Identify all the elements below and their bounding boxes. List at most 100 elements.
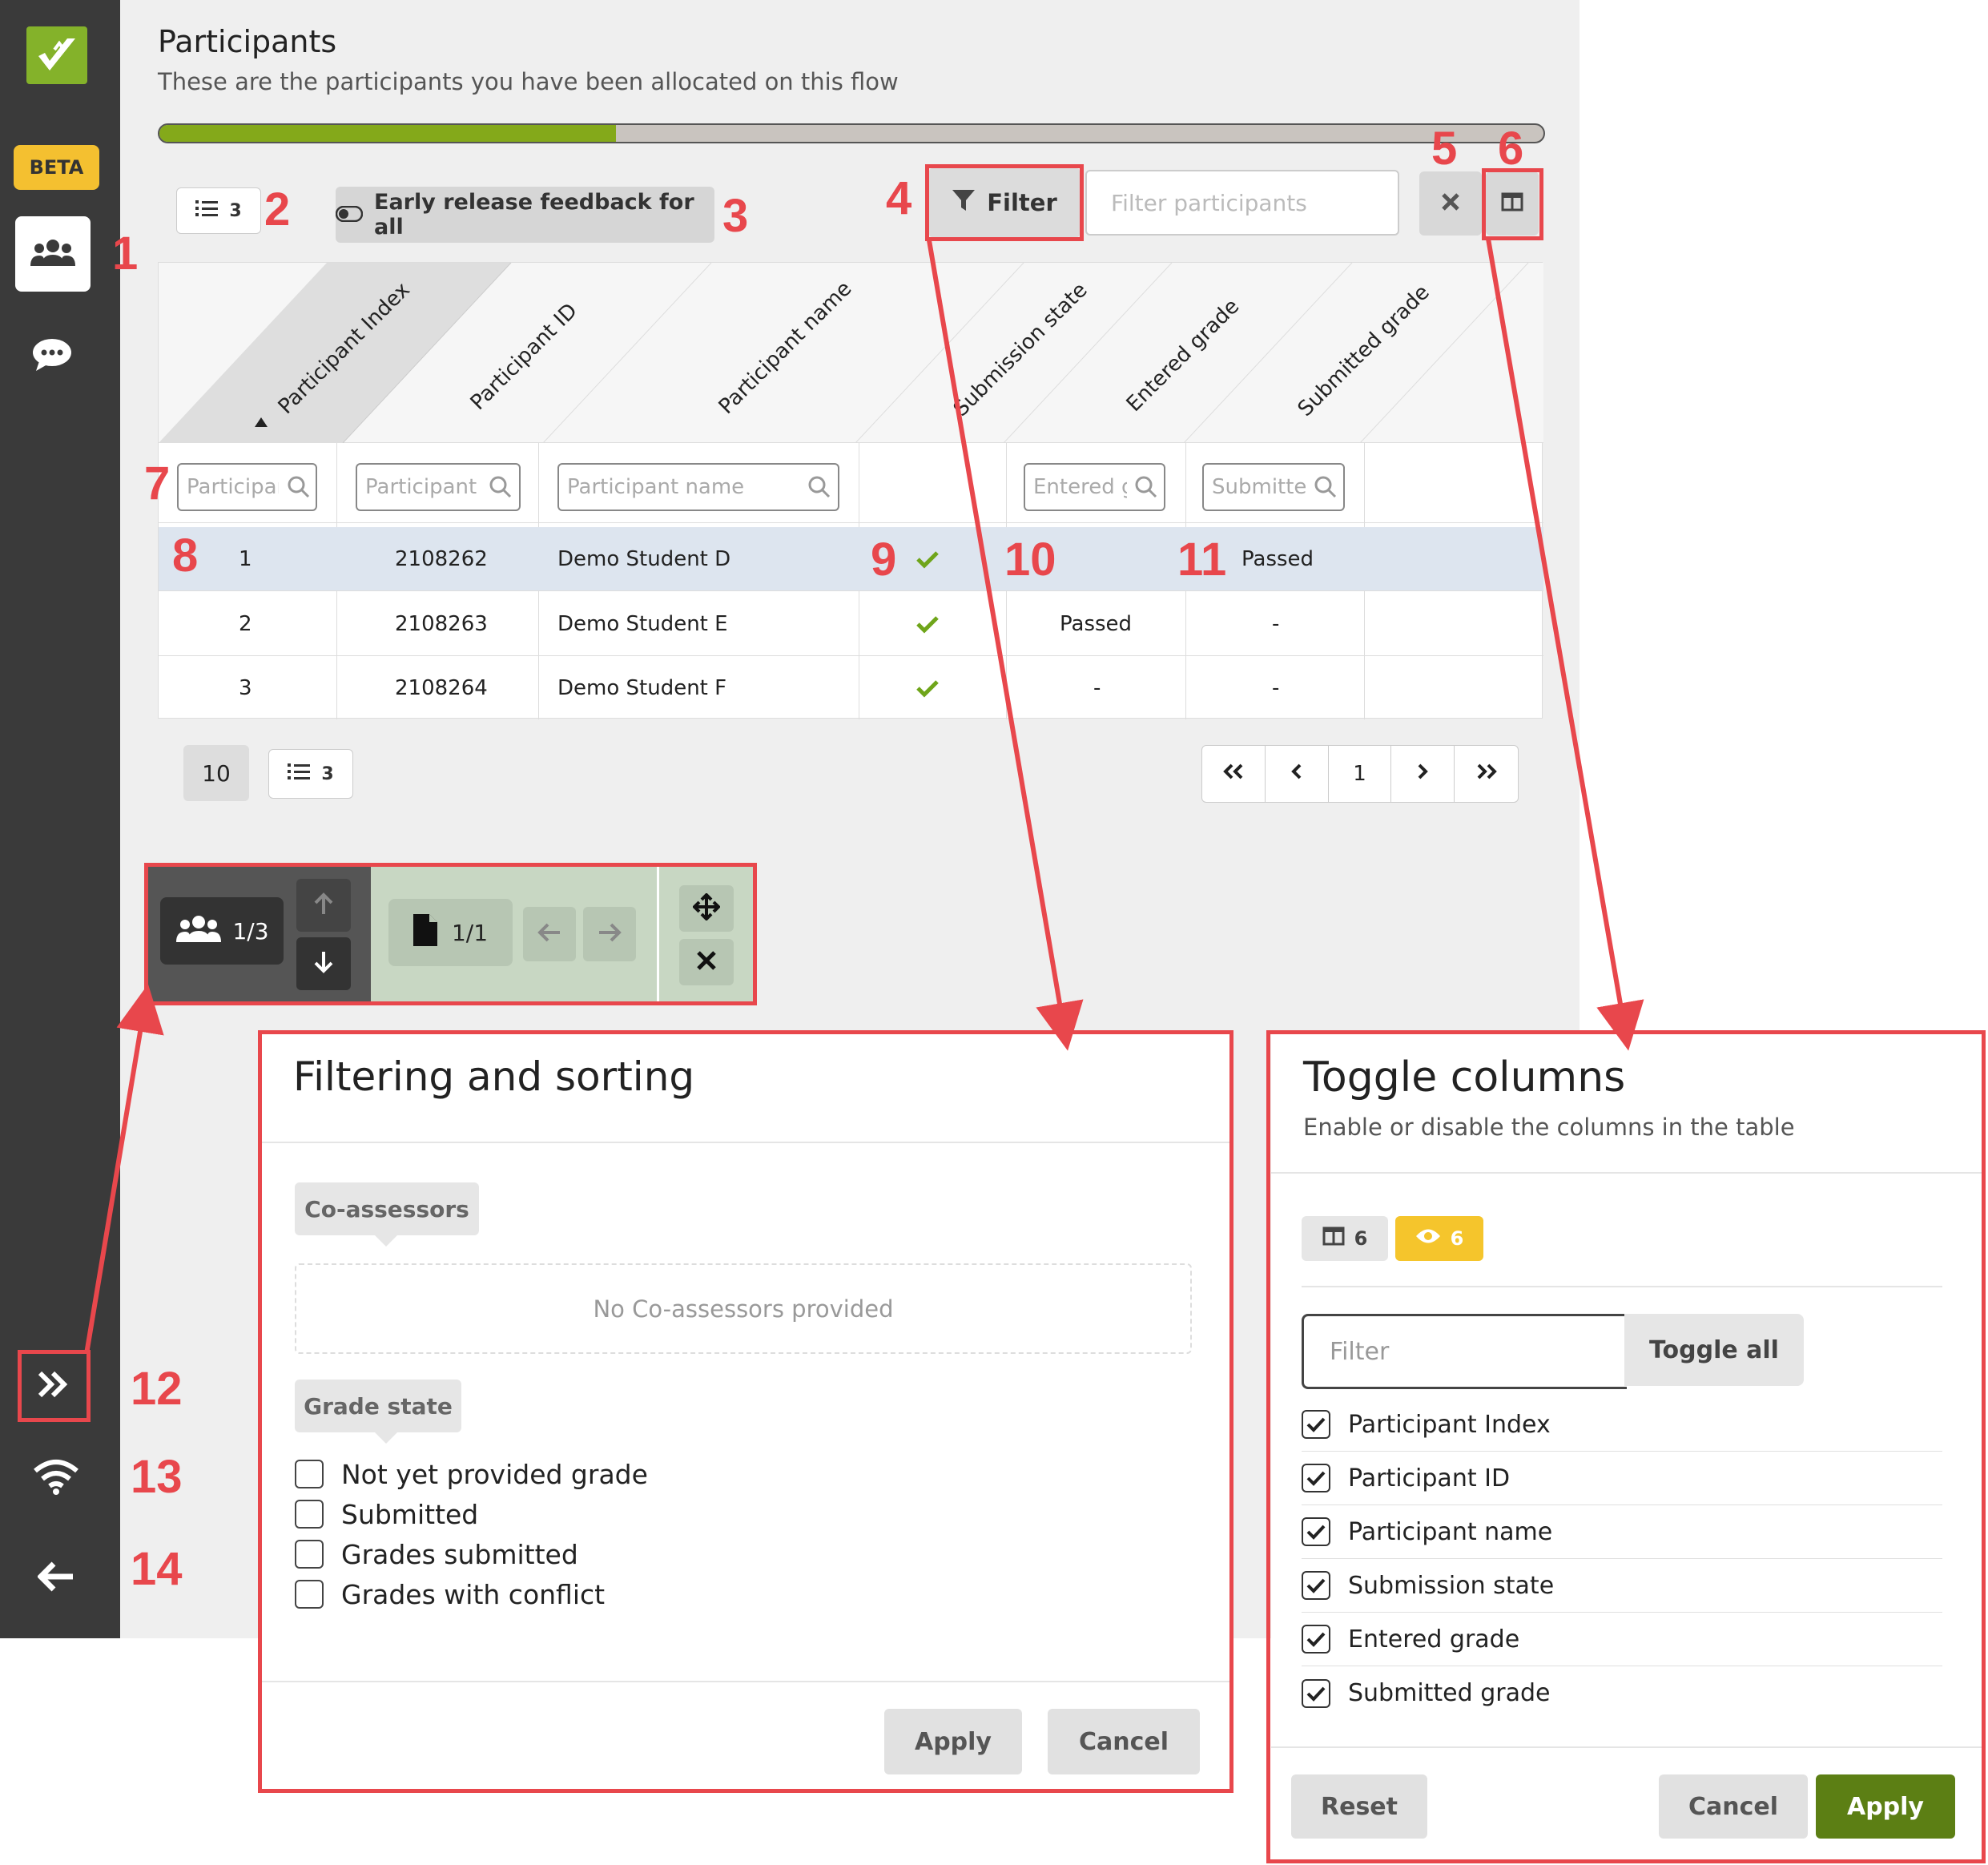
table-row[interactable]: 1 2108262 Demo Student D Passed	[159, 527, 1543, 591]
grade-option-submitted[interactable]: Submitted	[295, 1498, 478, 1530]
participant-name-filter-input[interactable]	[557, 463, 839, 511]
double-chevron-left-icon	[1222, 762, 1245, 786]
column-toggle-label: Entered grade	[1348, 1625, 1520, 1654]
checkbox[interactable]	[295, 1580, 324, 1609]
participants-nav-button[interactable]	[15, 216, 91, 292]
checkbox[interactable]	[295, 1460, 324, 1488]
participant-index-cell: 3	[239, 676, 252, 700]
close-icon	[1441, 192, 1460, 215]
checkbox-checked[interactable]	[1302, 1678, 1330, 1708]
grade-option-grades-conflict[interactable]: Grades with conflict	[295, 1578, 605, 1610]
row-count-button-bottom[interactable]: 3	[268, 749, 353, 799]
toggle-all-button[interactable]: Toggle all	[1624, 1314, 1804, 1386]
first-page-button[interactable]	[1202, 746, 1266, 802]
close-navigator-button[interactable]	[679, 939, 734, 985]
column-toggle-participant-id[interactable]: Participant ID	[1302, 1452, 1942, 1505]
column-toggle-participant-index[interactable]: Participant Index	[1302, 1398, 1942, 1452]
next-document-button[interactable]	[583, 907, 636, 961]
columns-icon	[1322, 1227, 1345, 1251]
early-release-feedback-button[interactable]: Early release feedback for all	[335, 187, 714, 243]
page-title: Participants	[158, 24, 337, 59]
previous-page-button[interactable]	[1266, 746, 1329, 802]
document-position: 1/1	[451, 919, 489, 946]
move-navigator-handle[interactable]	[679, 885, 734, 932]
next-participant-button[interactable]	[296, 937, 351, 990]
search-icon	[807, 475, 831, 499]
annotation-number: 3	[722, 190, 749, 242]
users-icon	[30, 239, 75, 269]
checkbox-checked[interactable]	[1302, 1571, 1330, 1600]
participant-id-cell: 2108262	[395, 547, 488, 571]
participant-index-cell: 2	[239, 612, 252, 636]
annotation-number: 5	[1431, 123, 1458, 175]
participant-id-cell: 2108264	[395, 676, 488, 700]
checkbox-checked[interactable]	[1302, 1517, 1330, 1546]
search-icon	[287, 475, 311, 499]
annotation-number: 6	[1498, 123, 1524, 175]
annotation-number: 14	[131, 1543, 183, 1595]
checkbox-label: Not yet provided grade	[341, 1458, 648, 1490]
column-toggle-submitted-grade[interactable]: Submitted grade	[1302, 1666, 1942, 1720]
filter-apply-button[interactable]: Apply	[884, 1709, 1022, 1774]
participants-table: Participant Index Participant ID Partici…	[158, 262, 1543, 719]
page-size-select[interactable]: 10	[183, 745, 249, 801]
current-page[interactable]: 1	[1329, 746, 1392, 802]
column-toggle-entered-grade[interactable]: Entered grade	[1302, 1613, 1942, 1666]
toggle-cancel-button[interactable]: Cancel	[1659, 1774, 1808, 1839]
clear-filter-button[interactable]	[1419, 171, 1482, 236]
checkbox[interactable]	[295, 1500, 324, 1529]
checkbox[interactable]	[295, 1540, 324, 1569]
divider	[261, 1681, 1230, 1682]
annotation-number: 4	[886, 172, 912, 224]
previous-document-button[interactable]	[523, 907, 576, 961]
expand-nav-button[interactable]	[18, 1352, 88, 1420]
table-row[interactable]: 3 2108264 Demo Student F - -	[159, 656, 1543, 720]
checkbox-checked[interactable]	[1302, 1625, 1330, 1654]
checkbox-checked[interactable]	[1302, 1410, 1330, 1439]
column-toggle-participant-name[interactable]: Participant name	[1302, 1505, 1942, 1559]
row-count-button[interactable]: 3	[176, 187, 261, 234]
filter-cancel-button[interactable]: Cancel	[1048, 1709, 1200, 1774]
filter-participants-input[interactable]	[1085, 170, 1399, 236]
document-position-button[interactable]: 1/1	[388, 899, 513, 966]
connection-status-button[interactable]	[28, 1450, 84, 1506]
participant-id-cell: 2108263	[395, 612, 488, 636]
coassessors-label: Co-assessors	[295, 1182, 479, 1247]
move-icon	[692, 892, 721, 924]
last-page-button[interactable]	[1455, 746, 1518, 802]
previous-participant-button[interactable]	[296, 879, 351, 932]
column-toggle-label: Participant ID	[1348, 1464, 1511, 1492]
columns-icon	[1501, 192, 1523, 215]
participant-name-cell: Demo Student D	[557, 547, 731, 571]
checkbox-checked[interactable]	[1302, 1464, 1330, 1492]
next-page-button[interactable]	[1391, 746, 1455, 802]
annotation-number: 11	[1177, 534, 1227, 586]
table-row[interactable]: 2 2108263 Demo Student E Passed -	[159, 592, 1543, 656]
filter-button[interactable]: Filter	[929, 168, 1080, 237]
column-count-badge: 6	[1302, 1216, 1388, 1261]
grade-option-grades-submitted[interactable]: Grades submitted	[295, 1538, 578, 1570]
column-count: 6	[1354, 1227, 1368, 1250]
search-icon	[1314, 475, 1338, 499]
annotation-number: 13	[131, 1451, 183, 1503]
toggle-columns-button[interactable]	[1486, 171, 1539, 236]
entered-grade-cell: Passed	[1060, 612, 1133, 636]
column-toggle-submission-state[interactable]: Submission state	[1302, 1559, 1942, 1613]
pagination: 1	[1201, 745, 1519, 803]
submitted-grade-cell: Passed	[1241, 547, 1314, 571]
participant-position-button[interactable]: 1/3	[160, 897, 284, 965]
back-nav-button[interactable]	[28, 1550, 84, 1606]
toggle-icon	[335, 203, 364, 228]
progress-bar	[158, 123, 1545, 143]
toggle-apply-button[interactable]: Apply	[1816, 1774, 1955, 1839]
reset-columns-button[interactable]: Reset	[1291, 1774, 1427, 1839]
search-icon	[489, 475, 513, 499]
checkbox-label: Grades submitted	[341, 1538, 578, 1570]
app-logo	[26, 26, 87, 84]
chat-nav-button[interactable]	[24, 328, 80, 385]
checkbox-label: Submitted	[341, 1498, 479, 1530]
grade-option-not-yet-provided[interactable]: Not yet provided grade	[295, 1458, 648, 1490]
columns-filter-input[interactable]	[1302, 1314, 1627, 1389]
comment-icon	[31, 337, 73, 376]
chevron-left-icon	[1290, 762, 1303, 786]
